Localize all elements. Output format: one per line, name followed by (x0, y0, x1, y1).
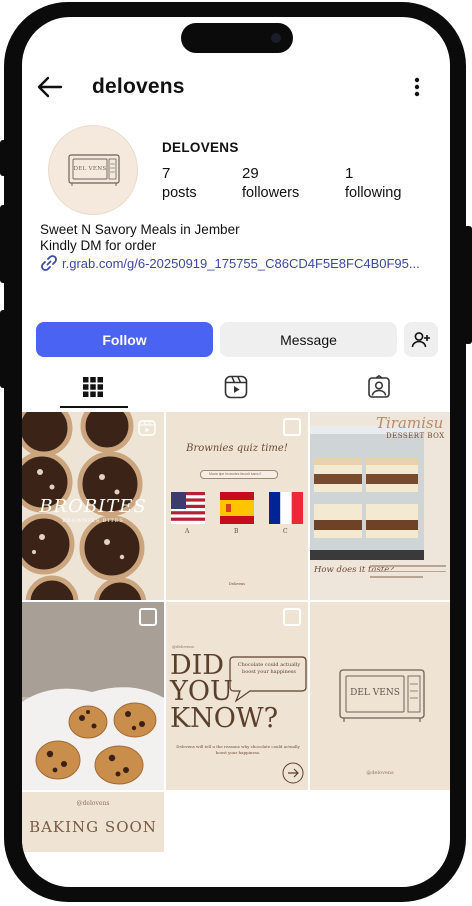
bio-line: Kindly DM for order (40, 238, 157, 253)
add-user-button[interactable] (404, 322, 438, 357)
tab-reels[interactable] (165, 365, 307, 409)
post-subtitle: BROWNIES BITES (62, 518, 124, 524)
more-options-icon[interactable] (412, 73, 422, 101)
active-tab-indicator (60, 406, 128, 408)
multi-post-icon (283, 418, 301, 436)
top-bar: delovens (22, 69, 450, 105)
bio-line: Sweet N Savory Meals in Jember (40, 222, 240, 237)
add-user-icon (411, 331, 430, 347)
stat-followers[interactable]: 29 followers (242, 165, 299, 201)
quiz-option-c: C (283, 528, 288, 535)
avatar[interactable]: DEL VENS (48, 125, 138, 215)
stat-label: followers (242, 185, 300, 201)
post-tile-cookies[interactable] (22, 602, 164, 790)
post-subtitle: DESSERT BOX (386, 432, 445, 440)
post-tile-tiramisu[interactable]: Tiramisu DESSERT BOX How does it taste? (310, 412, 450, 600)
reels-icon (224, 375, 248, 399)
cookies-image (22, 602, 164, 790)
post-tile-quiz[interactable]: Brownies quiz time! Mana tipe brownies f… (166, 412, 308, 600)
stat-posts[interactable]: 7 posts (162, 165, 197, 201)
multi-post-icon (139, 608, 157, 626)
quiz-option-a: A (185, 528, 190, 535)
arrow-right-icon (282, 762, 304, 784)
link-icon (41, 255, 57, 271)
follow-button[interactable]: Follow (36, 322, 213, 357)
side-button-power (464, 226, 472, 344)
quiz-search-text: Mana tipe brownies favorit kamu? (209, 472, 262, 476)
link-text: r.grab.com/g/6-20250919_175755_C86CD4F5E… (62, 255, 420, 271)
stat-following[interactable]: 1 following (345, 165, 401, 201)
grid-icon (83, 377, 103, 397)
bubble-text: Chocolate could actually boost your happ… (237, 662, 301, 675)
post-tile-did-you-know[interactable]: @delovens DID YOU KNOW? Chocolate could … (166, 602, 308, 790)
post-handle: @delovens (76, 800, 110, 807)
stat-value: 29 (242, 165, 259, 182)
logo-text: DEL VENS (350, 688, 400, 698)
profile-username: delovens (92, 75, 185, 98)
reel-badge-icon (138, 420, 156, 436)
big-text-did: DID (170, 650, 224, 681)
post-handle: @delovens (172, 644, 194, 649)
post-handle: @delovens (366, 770, 394, 776)
post-title: Brownies quiz time! (186, 443, 288, 454)
big-text-know: KNOW? (170, 703, 279, 734)
caption-lines (370, 565, 446, 578)
multi-post-icon (283, 608, 301, 626)
dynamic-island (181, 23, 293, 53)
side-button-action (0, 140, 8, 176)
post-title: BROBITES (39, 496, 147, 517)
tagged-icon (368, 375, 390, 398)
message-button[interactable]: Message (220, 322, 397, 357)
post-title: Tiramisu (376, 414, 444, 432)
side-button-volume-down (0, 310, 8, 388)
post-tile-baking-soon[interactable]: @delovens BAKING SOON (22, 792, 164, 852)
stat-label: posts (162, 185, 197, 201)
post-tile-logo[interactable]: DEL VENS @delovens (310, 602, 450, 790)
profile-bio: Sweet N Savory Meals in Jember Kindly DM… (40, 222, 240, 254)
stat-label: following (345, 185, 402, 201)
profile-tabs (22, 365, 450, 409)
profile-link[interactable]: r.grab.com/g/6-20250919_175755_C86CD4F5E… (40, 254, 420, 272)
profile-display-name: DELOVENS (162, 140, 239, 155)
stat-value: 1 (345, 165, 354, 182)
quiz-option-b: B (234, 528, 239, 535)
tab-grid[interactable] (22, 365, 164, 409)
avatar-logo-text: DEL VENS (73, 166, 107, 172)
flag-options-icon (171, 492, 303, 524)
back-arrow-icon[interactable] (36, 73, 64, 101)
big-text-you: YOU (170, 676, 233, 707)
post-body: Delovens will tell u the reasons why cho… (176, 744, 300, 755)
side-button-volume-up (0, 205, 8, 283)
stat-value: 7 (162, 165, 171, 182)
post-title: BAKING SOON (29, 818, 157, 836)
quiz-search-box: Mana tipe brownies favorit kamu? (200, 470, 278, 479)
post-tile-brobites[interactable]: BROBITES BROWNIES BITES (22, 412, 164, 600)
tab-tagged[interactable] (308, 365, 450, 409)
post-footer: Delovens (228, 582, 246, 586)
camera-icon (271, 33, 281, 43)
screen: delovens DEL VENS DELOVENS 7 posts 29 fo… (22, 17, 450, 887)
